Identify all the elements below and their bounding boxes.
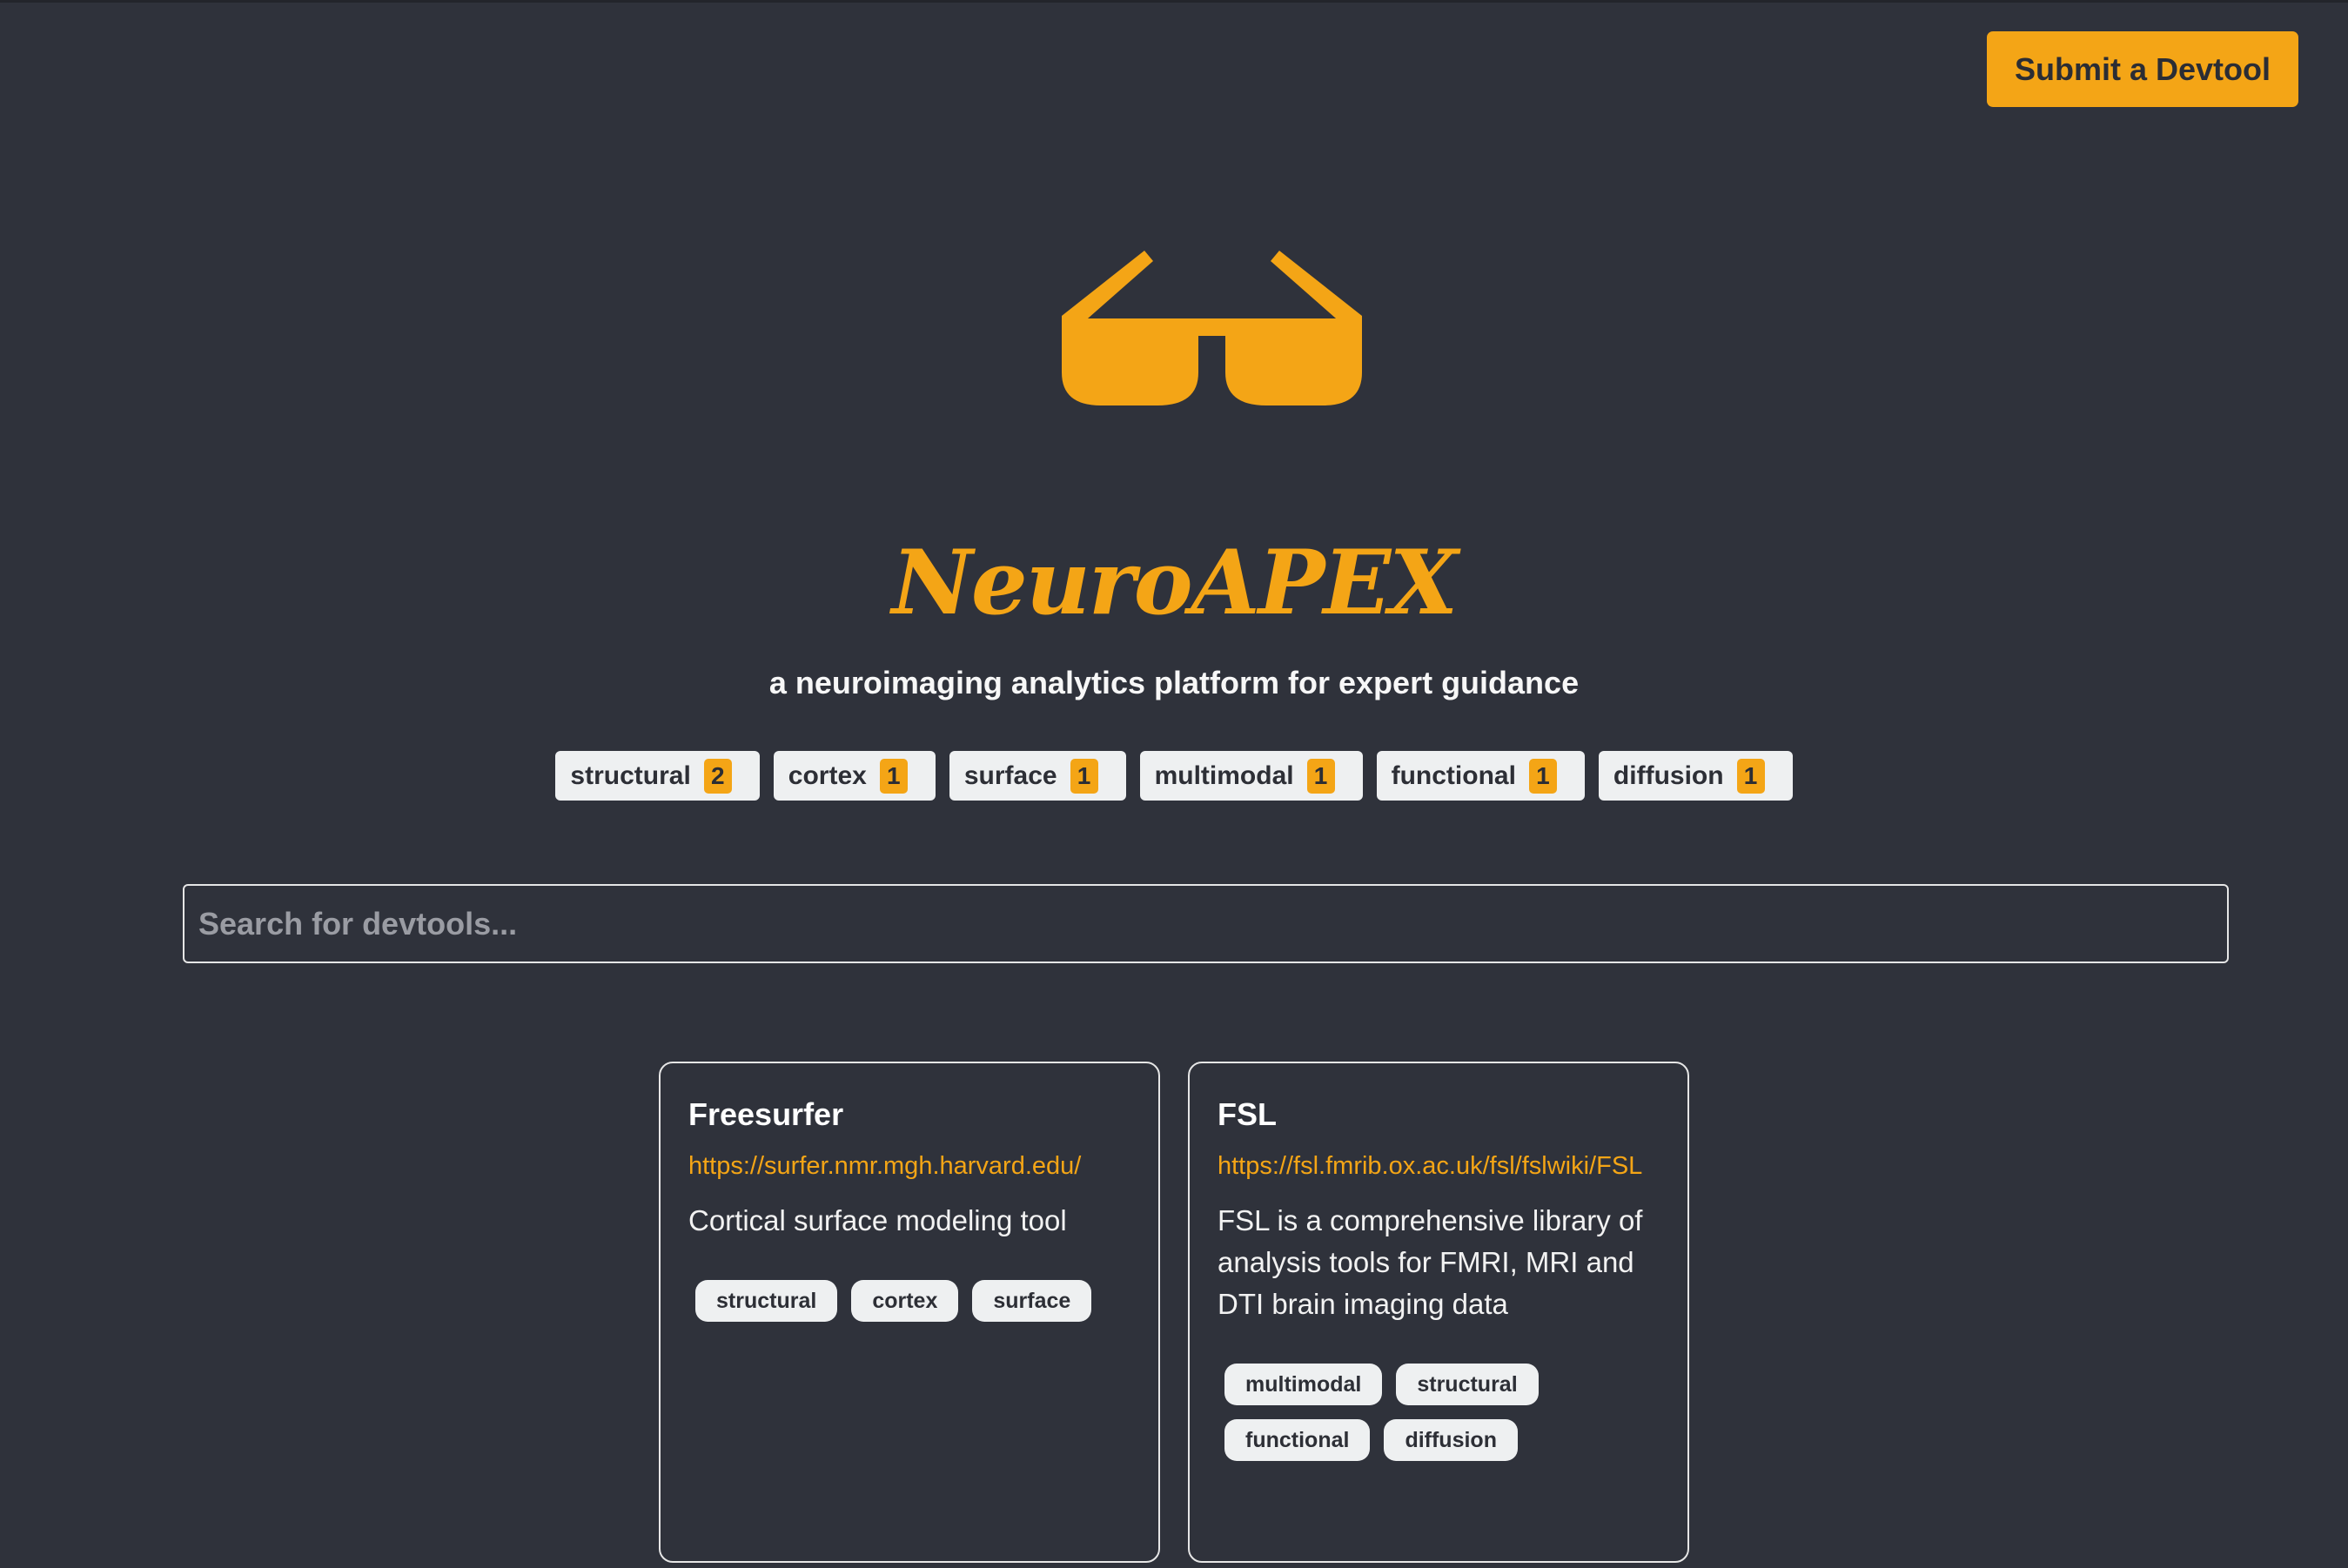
- filter-count-badge: 1: [879, 758, 908, 794]
- tag-pill[interactable]: structural: [1396, 1364, 1539, 1405]
- filter-count-badge: 1: [1306, 758, 1335, 794]
- tool-card-fsl[interactable]: FSL https://fsl.fmrib.ox.ac.uk/fsl/fslwi…: [1188, 1062, 1689, 1563]
- filter-chip-label: diffusion: [1613, 761, 1724, 790]
- filter-chip-diffusion[interactable]: diffusion 1: [1598, 751, 1793, 801]
- filter-chip-label: structural: [570, 761, 691, 790]
- tool-card-freesurfer[interactable]: Freesurfer https://surfer.nmr.mgh.harvar…: [659, 1062, 1160, 1563]
- filter-count-badge: 1: [1070, 758, 1098, 794]
- top-border: [0, 0, 2348, 3]
- filter-chip-label: functional: [1391, 761, 1516, 790]
- tag-pill[interactable]: surface: [972, 1280, 1092, 1322]
- tool-card-grid: Freesurfer https://surfer.nmr.mgh.harvar…: [0, 1062, 2348, 1563]
- submit-devtool-button[interactable]: Submit a Devtool: [1986, 31, 2298, 107]
- tool-card-link[interactable]: https://surfer.nmr.mgh.harvard.edu/: [688, 1152, 1130, 1181]
- sunglasses-icon: [1062, 251, 1362, 405]
- tag-pill[interactable]: diffusion: [1384, 1419, 1518, 1461]
- tool-card-tags: multimodal structural functional diffusi…: [1218, 1364, 1635, 1461]
- tool-card-description: Cortical surface modeling tool: [688, 1204, 1067, 1236]
- filter-chip-label: cortex: [788, 761, 867, 790]
- filter-count-badge: 1: [1528, 758, 1557, 794]
- filter-count-badge: 1: [1736, 758, 1765, 794]
- page: Submit a Devtool NeuroAPEX a neuroimagin…: [0, 0, 2348, 1568]
- filter-chip-surface[interactable]: surface 1: [949, 751, 1126, 801]
- tag-pill[interactable]: cortex: [851, 1280, 959, 1322]
- tag-filter-bar: structural 2 cortex 1 surface 1 multimod…: [0, 751, 2348, 801]
- tag-pill[interactable]: structural: [695, 1280, 838, 1322]
- search-input[interactable]: [183, 884, 2229, 963]
- tool-card-title: FSL: [1218, 1096, 1277, 1132]
- tag-pill[interactable]: functional: [1224, 1419, 1371, 1461]
- tag-pill[interactable]: multimodal: [1224, 1364, 1383, 1405]
- brand-title: NeuroAPEX: [891, 531, 1459, 635]
- tool-card-description: FSL is a comprehensive library of analys…: [1218, 1204, 1643, 1320]
- brand-tagline: a neuroimaging analytics platform for ex…: [768, 665, 1580, 700]
- tool-card-link[interactable]: https://fsl.fmrib.ox.ac.uk/fsl/fslwiki/F…: [1218, 1152, 1660, 1181]
- filter-chip-cortex[interactable]: cortex 1: [773, 751, 936, 801]
- tool-card-title: Freesurfer: [688, 1096, 844, 1132]
- tool-card-tags: structural cortex surface: [688, 1280, 1106, 1322]
- filter-chip-functional[interactable]: functional 1: [1376, 751, 1585, 801]
- filter-chip-structural[interactable]: structural 2: [555, 751, 760, 801]
- filter-chip-label: multimodal: [1154, 761, 1294, 790]
- filter-chip-multimodal[interactable]: multimodal 1: [1139, 751, 1363, 801]
- filter-count-badge: 2: [703, 758, 732, 794]
- filter-chip-label: surface: [963, 761, 1057, 790]
